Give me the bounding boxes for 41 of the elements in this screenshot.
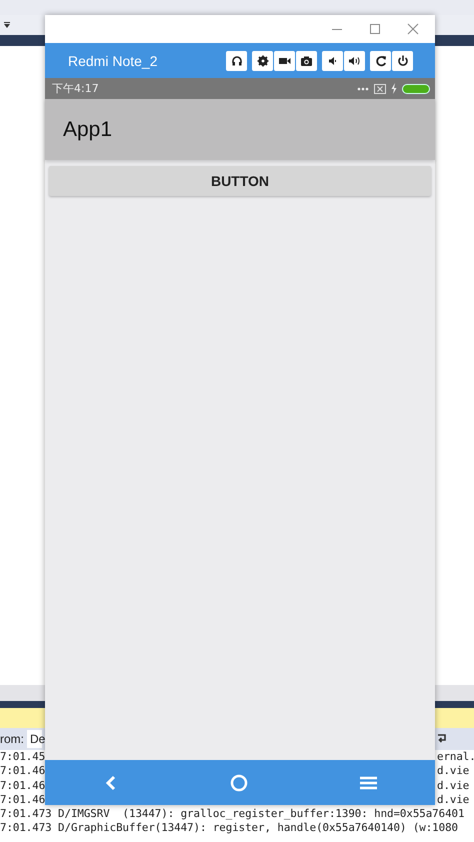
app-button[interactable]: BUTTON	[49, 166, 431, 196]
volume-up-icon	[348, 54, 361, 66]
status-time: 下午4:17	[52, 81, 99, 96]
settings-button[interactable]	[252, 50, 273, 70]
log-text: ernal.	[437, 750, 474, 764]
log-text: 7:01.46	[0, 778, 46, 793]
dropdown-icon[interactable]	[3, 21, 11, 29]
more-icon	[357, 86, 369, 90]
camera-icon	[300, 54, 313, 66]
headset-button[interactable]	[226, 50, 247, 70]
rotate-icon	[374, 54, 386, 66]
maximize-icon[interactable]	[369, 23, 381, 35]
volume-down-icon	[326, 54, 338, 66]
menu-icon[interactable]	[360, 776, 377, 790]
video-camera-button[interactable]	[274, 50, 295, 70]
volume-up-button[interactable]	[344, 50, 365, 70]
battery-icon	[402, 84, 430, 94]
log-text: 7:01.46	[0, 792, 46, 808]
camera-button[interactable]	[296, 50, 317, 70]
log-text: 7:01.473 D/IMGSRV (13447): gralloc_register_buffer:1390: hnd=0x55a76401	[0, 807, 464, 822]
sim-icon	[374, 84, 386, 94]
app-title: App1	[63, 118, 112, 142]
log-text: d.vie	[437, 764, 470, 779]
headset-icon	[230, 54, 242, 66]
rotate-button[interactable]	[370, 50, 391, 70]
log-text: 7:01.46	[0, 764, 46, 779]
wrap-icon[interactable]	[436, 733, 448, 745]
log-text: d.vie	[437, 778, 470, 793]
log-text: 7:01.473 D/GraphicBuffer(13447): register, handle(0x55a7640140) (w:1080	[0, 821, 458, 836]
home-icon[interactable]	[230, 774, 248, 792]
volume-down-button[interactable]	[322, 50, 343, 70]
power-button[interactable]	[392, 50, 413, 70]
power-icon	[396, 54, 408, 66]
back-icon[interactable]	[105, 774, 117, 790]
charging-icon	[391, 83, 397, 94]
close-icon[interactable]	[407, 23, 419, 35]
log-text: d.vie	[437, 792, 470, 808]
filter-label: rom:	[0, 732, 24, 746]
device-name: Redmi Note_2	[68, 52, 158, 68]
log-text: 7:01.45	[0, 750, 46, 764]
settings-icon	[256, 54, 268, 66]
